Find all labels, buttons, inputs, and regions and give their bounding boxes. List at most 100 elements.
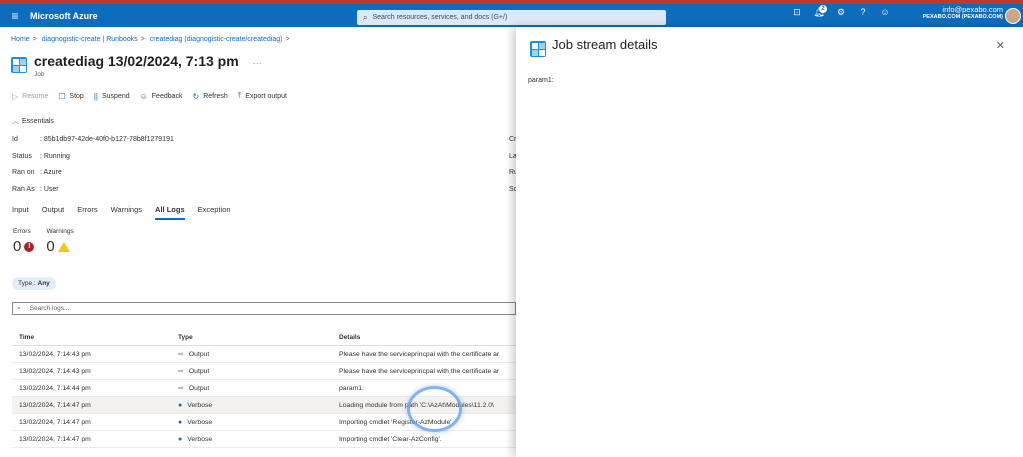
essentials-value: : Running	[39, 153, 70, 160]
type-filter-pill[interactable]: Type : Any	[12, 277, 56, 290]
row-type-label: Verbose	[187, 418, 213, 426]
info-icon: ●	[178, 418, 183, 426]
row-time: 13/02/2024, 7:14:47 pm	[19, 418, 91, 426]
row-type: ⇨ Output	[178, 367, 339, 376]
row-type-label: Verbose	[187, 435, 213, 443]
essentials-row: Status : Running	[12, 153, 70, 160]
row-type: ● Verbose	[178, 436, 339, 443]
feedback-icon[interactable]: ☺	[874, 7, 896, 18]
tab-input[interactable]: Input	[12, 205, 29, 220]
export-label: Export output	[245, 92, 287, 100]
refresh-label: Refresh	[203, 92, 228, 100]
account-menu[interactable]: info@pexabo.com PEXABO.COM (PEXABO.COM)	[923, 5, 1003, 20]
table-row[interactable]: 13/02/2024, 7:14:47 pm ● Verbose Importin…	[12, 431, 516, 448]
search-icon: ⌕	[363, 12, 368, 22]
row-time: 13/02/2024, 7:14:43 pm	[19, 350, 91, 358]
row-time: 13/02/2024, 7:14:43 pm	[19, 367, 91, 375]
essentials-key: Status	[12, 153, 32, 160]
row-type-label: Output	[188, 367, 210, 375]
account-email: info@pexabo.com	[942, 5, 1003, 14]
row-type-label: Output	[188, 384, 210, 392]
feedback-person-icon: ☺	[139, 91, 148, 101]
table-header: Time Type Details	[12, 330, 516, 346]
global-search-placeholder: Search resources, services, and docs (G+…	[372, 14, 508, 21]
breadcrumb: Home > diagnogistic-create | Runbooks > cr…	[11, 36, 293, 43]
help-icon[interactable]: ?	[852, 7, 874, 18]
account-tenant: PEXABO.COM (PEXABO.COM)	[922, 14, 1003, 20]
refresh-icon: ↻	[192, 91, 200, 101]
stop-button[interactable]: ☐ Stop	[58, 91, 84, 101]
breadcrumb-runbooks[interactable]: diagnogistic-create | Runbooks	[42, 36, 138, 43]
tab-warnings[interactable]: Warnings	[111, 205, 142, 220]
essentials-row: Ran on : Azure	[12, 169, 62, 176]
info-icon: ●	[178, 401, 183, 409]
filter-value: Any	[37, 280, 50, 287]
portal-brand[interactable]: Microsoft Azure	[30, 11, 98, 21]
essentials-toggle[interactable]: ︿ Essentials	[12, 116, 54, 126]
header-icons: ⊡ 🔔︎ 2 ⚙ ? ☺	[786, 5, 896, 18]
breadcrumb-runbook[interactable]: creatediag (diagnogistic-create/createdi…	[150, 36, 283, 43]
error-icon: !	[24, 241, 35, 252]
column-header-details[interactable]: Details	[339, 334, 516, 341]
log-counts: 0 ! 0	[13, 238, 70, 255]
job-icon	[530, 41, 546, 57]
global-search-input[interactable]: ⌕ Search resources, services, and docs (…	[357, 10, 666, 25]
job-stream-details-panel: Job stream details ✕ param1:	[516, 27, 1023, 457]
panel-body-text: param1:	[528, 77, 554, 84]
row-details: Please have the serviceprincpal with the…	[339, 350, 500, 358]
tab-output[interactable]: Output	[42, 205, 65, 220]
page-title: creatediag 13/02/2024, 7:13 pm ···	[34, 53, 262, 69]
warnings-count: 0	[46, 238, 55, 255]
close-icon[interactable]: ✕	[996, 39, 1005, 52]
resume-label: Resume	[22, 92, 49, 100]
search-logs-input[interactable]: ⌕ Search logs...	[12, 302, 516, 315]
table-row[interactable]: 13/02/2024, 7:14:43 pm ⇨ Output Please ha…	[12, 346, 516, 363]
table-row[interactable]: 13/02/2024, 7:14:43 pm ⇨ Output Please ha…	[12, 363, 516, 380]
essentials-label: Essentials	[22, 118, 54, 125]
row-time: 13/02/2024, 7:14:44 pm	[19, 384, 91, 392]
row-type: ● Verbose	[178, 419, 339, 426]
essentials-value: : User	[39, 186, 59, 193]
refresh-button[interactable]: ↻ Refresh	[193, 91, 228, 101]
breadcrumb-home[interactable]: Home	[11, 36, 30, 43]
essentials-value: : 85b1db97-42de-40f0-b127-78b8f1279191	[39, 136, 174, 143]
row-type-label: Verbose	[187, 401, 213, 409]
essentials-key: Ran As	[12, 186, 35, 193]
export-output-button[interactable]: ⤒ Export output	[238, 91, 287, 101]
tab-errors[interactable]: Errors	[77, 205, 97, 220]
notification-badge: 2	[819, 5, 827, 13]
output-icon: ⇨	[178, 368, 184, 375]
essentials-row: Id : 85b1db97-42de-40f0-b127-78b8f127919…	[12, 136, 174, 143]
more-options-icon[interactable]: ···	[253, 58, 262, 68]
avatar[interactable]	[1005, 8, 1021, 24]
page-subtitle: Job	[34, 71, 45, 78]
cloud-shell-icon[interactable]: ⊡	[786, 7, 808, 18]
feedback-label: Feedback	[151, 92, 183, 100]
row-details: Importing cmdlet 'Clear-AzConfig'.	[339, 435, 442, 443]
menu-icon[interactable]: ≡	[0, 9, 30, 23]
row-time: 13/02/2024, 7:14:47 pm	[19, 435, 91, 443]
pause-icon: ||	[93, 91, 98, 101]
stop-icon: ☐	[58, 91, 66, 101]
output-icon: ⇨	[178, 385, 184, 392]
tab-all-logs[interactable]: All Logs	[155, 205, 185, 220]
breadcrumb-separator: >	[32, 36, 37, 43]
column-header-type[interactable]: Type	[178, 334, 339, 341]
settings-gear-icon[interactable]: ⚙	[830, 7, 852, 18]
upload-icon: ⤒	[237, 91, 242, 100]
notifications-icon[interactable]: 🔔︎ 2	[808, 5, 830, 18]
warnings-count-label: Warnings	[46, 228, 74, 235]
essentials-key: Id	[12, 136, 18, 143]
count-labels: Errors Warnings	[13, 228, 88, 235]
errors-count: 0	[13, 238, 22, 255]
search-logs-placeholder: Search logs...	[29, 305, 70, 312]
row-type: ⇨ Output	[178, 384, 339, 393]
warning-icon	[57, 241, 70, 252]
tab-exception[interactable]: Exception	[198, 205, 231, 220]
errors-count-label: Errors	[13, 228, 31, 235]
essentials-key: Ran on	[12, 169, 35, 176]
feedback-button[interactable]: ☺ Feedback	[140, 91, 183, 101]
suspend-button[interactable]: || Suspend	[94, 91, 130, 101]
resume-button[interactable]: ▷ Resume	[12, 91, 48, 101]
column-header-time[interactable]: Time	[12, 334, 178, 341]
